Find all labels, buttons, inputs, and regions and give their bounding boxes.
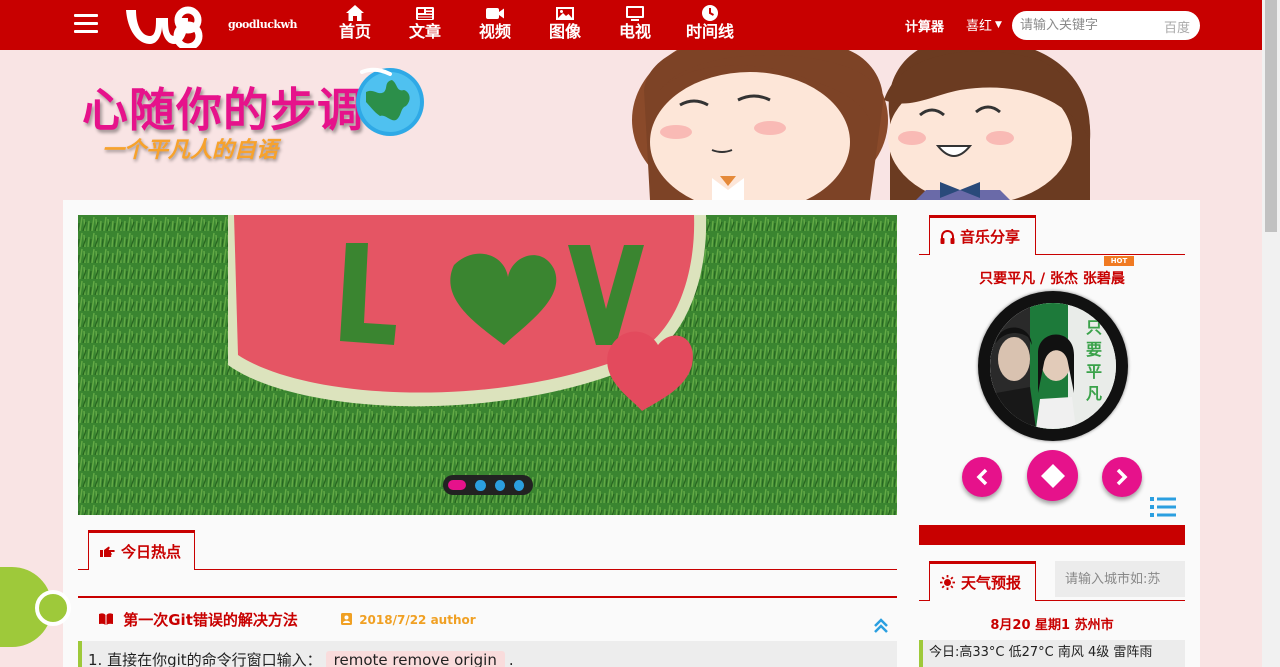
tab-weather[interactable]: 天气预报 [929,561,1036,601]
slider-dot-2[interactable] [475,479,486,491]
search-box: 百度 [1012,11,1200,40]
search-input[interactable] [1020,16,1150,34]
nav-tv-label: 电视 [618,22,651,41]
w8-logo-icon[interactable] [122,4,204,48]
inline-code: remote remove origin [325,651,505,667]
song-title: 只要平凡 / 张杰 张碧晨 [979,271,1125,287]
previous-button[interactable] [962,457,1002,497]
scrollbar-thumb[interactable] [1265,0,1277,232]
playlist-icon[interactable] [1150,496,1176,518]
article-meta: 2018/7/22 author [341,613,476,627]
nav-timeline[interactable]: 时间线 [674,4,746,42]
article-card: 第一次Git错误的解决方法 2018/7/22 author [78,596,897,641]
album-cover-image: 只 要 平 凡 [990,303,1116,429]
article-title-link[interactable]: 第一次Git错误的解决方法 [98,609,298,630]
globe-icon [356,67,424,136]
banner-title: 心随你的步调 [82,83,364,137]
weather-date: 8月20 星期1 苏州市 [990,618,1114,633]
tab-music-share-label: 音乐分享 [960,228,1021,246]
hand-pointing-icon [100,546,115,557]
article-title: 第一次Git错误的解决方法 [123,611,298,629]
sun-icon [940,575,955,590]
article-excerpt-text: 1. 直接在你git的命令行窗口输入： [88,651,322,667]
nav-images-label: 图像 [548,22,581,41]
nav-articles[interactable]: 文章 [390,4,460,42]
nav-timeline-label: 时间线 [685,22,734,41]
diamond-play-icon [1040,463,1065,488]
user-name: 喜红 [966,19,993,34]
svg-text:凡: 凡 [1086,384,1102,403]
nav-home[interactable]: 首页 [320,4,390,42]
hamburger-icon[interactable] [74,14,98,36]
top-navbar: goodluckwh 首页 文章 视频 图像 电视 时间线 计算器 喜红 ▼ 请… [0,0,1262,50]
headphones-icon [940,229,955,244]
svg-text:平: 平 [1086,362,1102,381]
nav-video[interactable]: 视频 [460,4,530,42]
watermelon-love-photo [78,215,897,515]
next-button[interactable] [1102,457,1142,497]
banner-subtitle: 一个平凡人的自语 [102,138,279,163]
video-camera-icon [486,8,504,19]
hot-badge: HOT [1104,256,1134,266]
image-slider[interactable] [78,215,897,515]
home-icon [346,5,364,21]
decorative-green-circle [35,590,71,626]
double-chevron-up-icon[interactable] [874,618,888,634]
chevron-left-icon [976,468,988,486]
play-button[interactable] [1027,450,1078,501]
tab-today-hot[interactable]: 今日热点 [88,530,195,570]
page-scrollbar[interactable] [1262,0,1280,667]
nav-home-label: 首页 [338,22,371,41]
weather-today: 今日:高33°C 低27°C 南风 4级 雷阵雨 [919,640,1185,667]
music-progress-bar[interactable] [919,525,1185,545]
tab-weather-label: 天气预报 [961,574,1022,592]
tab-music-share[interactable]: 音乐分享 [929,215,1036,255]
search-engine-button[interactable]: 百度 [1164,17,1190,36]
books-icon [99,613,113,625]
svg-text:只: 只 [1086,318,1102,337]
hot-tab-underline [78,569,897,570]
chevron-right-icon [1116,468,1128,486]
user-badge-icon [341,613,352,625]
slider-dots [443,475,533,495]
site-name[interactable]: goodluckwh [228,18,298,31]
nav-tv[interactable]: 电视 [600,4,670,42]
svg-text:要: 要 [1086,340,1102,359]
tab-today-hot-label: 今日热点 [121,543,182,561]
image-icon [556,7,574,20]
user-dropdown[interactable]: 喜红 ▼ [966,15,1002,34]
calculator-link[interactable]: 计算器 [905,16,944,35]
slider-dot-3[interactable] [494,479,505,491]
newspaper-icon [416,7,434,20]
nav-images[interactable]: 图像 [530,4,600,42]
tv-icon [626,6,644,21]
nav-video-label: 视频 [478,22,511,41]
article-excerpt: 1. 直接在你git的命令行窗口输入： remote remove origin. [78,641,897,667]
slider-dot-4[interactable] [513,479,524,491]
caret-down-icon: ▼ [995,20,1002,30]
slider-dot-1[interactable] [448,480,467,490]
album-disc[interactable]: 只 要 平 凡 [978,291,1128,441]
article-excerpt-end: . [508,651,514,667]
clock-icon [702,5,718,21]
nav-articles-label: 文章 [408,22,441,41]
city-input[interactable] [1055,561,1185,597]
article-date-author: 2018/7/22 author [359,613,476,627]
main-nav: 首页 文章 视频 图像 电视 时间线 [320,4,746,42]
banner: 心随你的步调 一个平凡人的自语 [0,50,1262,200]
cartoon-couple-image [632,50,1091,200]
